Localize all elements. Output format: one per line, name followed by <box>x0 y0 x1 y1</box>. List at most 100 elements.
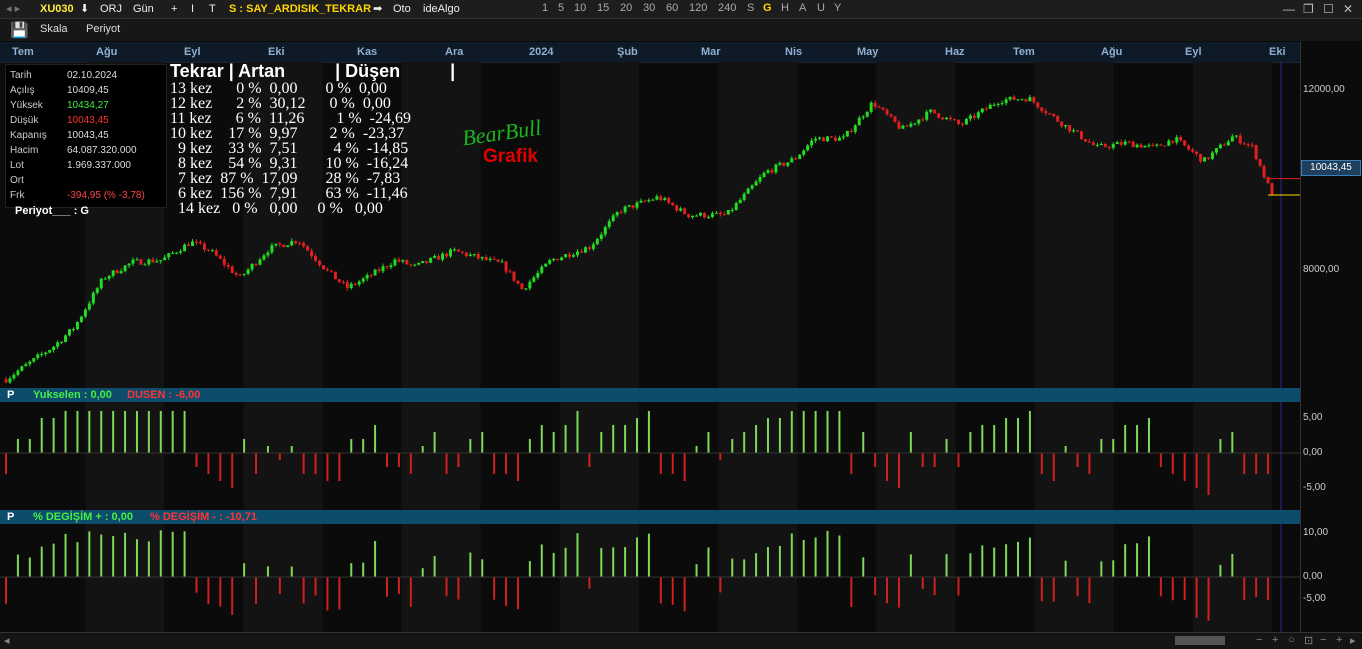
candle-body <box>337 279 341 283</box>
candle-body <box>258 259 262 265</box>
candle-body <box>107 275 111 279</box>
candle-body <box>230 266 234 273</box>
candle-body <box>1183 140 1187 146</box>
candle-body <box>95 288 99 293</box>
candle-body <box>829 136 833 138</box>
candle-body <box>210 250 214 252</box>
candle-body <box>40 354 44 356</box>
candle-body <box>877 106 881 108</box>
candle-body <box>849 130 853 132</box>
candle-body <box>36 354 40 359</box>
candle-body <box>329 270 333 272</box>
candle-body <box>691 215 695 218</box>
candle-body <box>861 116 865 118</box>
candle-body <box>1083 139 1087 142</box>
candle-body <box>996 103 1000 105</box>
candle-body <box>314 255 318 261</box>
candle-body <box>917 119 921 124</box>
candle-body <box>568 254 572 257</box>
candle-body <box>484 256 488 260</box>
candle-body <box>373 269 377 276</box>
zoom-out2-icon[interactable]: − <box>1320 634 1326 646</box>
tekrar-row: 10 kez 17 % 9,97 2 % -23,37 <box>170 125 405 142</box>
candle-body <box>1091 142 1095 146</box>
candle-body <box>794 158 798 160</box>
candle-body <box>75 321 79 330</box>
candle-body <box>722 214 726 216</box>
stat-row: Ort <box>10 175 24 186</box>
candle-body <box>64 335 68 342</box>
candle-body <box>492 258 496 260</box>
candle-body <box>956 120 960 124</box>
candle-body <box>214 250 218 256</box>
bottom-scrollbar[interactable]: ◂ − + ○ ⊡ − + ▸ <box>0 632 1362 649</box>
candle-body <box>318 260 322 266</box>
last-price-label: 10043,45 <box>1301 160 1361 176</box>
tekrar-header: Tekrar | Artan | Düşen | <box>170 61 456 81</box>
degisim-minus-label: % DEGİŞİM - : -10,71 <box>150 511 257 523</box>
candle-body <box>548 260 552 264</box>
maximize-icon[interactable]: ☐ <box>1323 2 1334 16</box>
candle-body <box>1195 151 1199 155</box>
candle-body <box>452 249 456 251</box>
candle-body <box>238 274 242 276</box>
candle-body <box>615 212 619 216</box>
candle-body <box>32 358 36 362</box>
stat-row: Tarih 02.10.2024 <box>10 70 118 81</box>
tekrar-row: 11 kez 6 % 11,26 1 % -24,69 <box>170 110 411 127</box>
fit-icon[interactable]: ⊡ <box>1304 634 1313 647</box>
candle-body <box>734 203 738 211</box>
candle-body <box>115 270 119 274</box>
scroll-left-icon[interactable]: ◂ <box>4 634 10 647</box>
candle-body <box>802 150 806 155</box>
stat-row: Frk -394,95 (% -3,78) <box>10 190 145 201</box>
restore-icon[interactable]: ❐ <box>1303 2 1314 16</box>
zoom-in-icon[interactable]: + <box>1272 634 1278 646</box>
candle-body <box>480 256 484 259</box>
grafik-logo: Grafik <box>483 146 538 167</box>
candle-body <box>635 202 639 208</box>
candle-body <box>159 260 163 262</box>
candle-body <box>873 102 877 107</box>
candle-body <box>87 303 91 310</box>
candle-body <box>83 309 87 317</box>
tekrar-row: 12 kez 2 % 30,12 0 % 0,00 <box>170 95 391 112</box>
candle-body <box>472 254 476 256</box>
candle-body <box>702 212 706 218</box>
reset-icon[interactable]: ○ <box>1288 634 1295 646</box>
candle-body <box>857 117 861 126</box>
close-icon[interactable]: ✕ <box>1343 2 1353 16</box>
candle-body <box>671 202 675 206</box>
candle-body <box>921 119 925 121</box>
candle-body <box>24 364 28 367</box>
candle-body <box>385 266 389 268</box>
candle-body <box>135 259 139 261</box>
candle-body <box>1159 144 1163 146</box>
candle-body <box>663 198 667 200</box>
candle-body <box>1163 145 1167 147</box>
candle-body <box>310 250 314 256</box>
panel2-axis-label: -5,00 <box>1303 593 1326 604</box>
stat-row: Hacim 64.087.320.000 <box>10 145 137 156</box>
candle-body <box>234 272 238 275</box>
candle-body <box>111 270 115 276</box>
candle-body <box>286 245 290 248</box>
candle-body <box>405 260 409 265</box>
candle-body <box>206 249 210 251</box>
scroll-right-icon[interactable]: ▸ <box>1350 634 1356 647</box>
zoom-in2-icon[interactable]: + <box>1336 634 1342 646</box>
candle-body <box>103 278 107 280</box>
candle-body <box>786 162 790 166</box>
candle-body <box>599 234 603 239</box>
candle-body <box>389 265 393 268</box>
candle-body <box>949 117 953 120</box>
zoom-out-icon[interactable]: − <box>1256 634 1262 646</box>
candle-body <box>714 212 718 214</box>
candle-body <box>929 109 933 112</box>
scroll-thumb[interactable] <box>1175 636 1225 645</box>
candle-body <box>742 193 746 200</box>
panel1-axis-label: -5,00 <box>1303 482 1326 493</box>
indicator-panel-header-2: P % DEGİŞİM + : 0,00 % DEGİŞİM - : -10,7… <box>0 510 1300 524</box>
price-axis[interactable] <box>1300 42 1362 632</box>
candle-body <box>409 264 413 266</box>
